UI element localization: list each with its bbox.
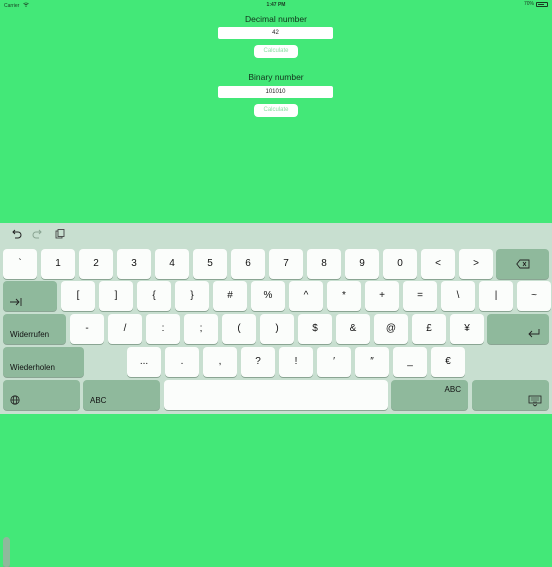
calculate-binary-button[interactable]: Calculate xyxy=(254,104,298,117)
battery-percent: 70% xyxy=(523,1,534,7)
key-row3-0[interactable]: - xyxy=(70,314,104,344)
delete-key[interactable] xyxy=(496,249,549,279)
key-row2-0[interactable]: [ xyxy=(61,281,95,311)
redo-key[interactable]: Wiederholen xyxy=(3,347,84,377)
key-row3-10[interactable]: ¥ xyxy=(450,314,484,344)
hide-keyboard-key[interactable] xyxy=(472,380,549,410)
status-bar: Carrier 1:47 PM 70% xyxy=(0,0,552,9)
key-row1-1[interactable]: 1 xyxy=(41,249,75,279)
key-row2-10[interactable]: \ xyxy=(441,281,475,311)
key-row3-5[interactable]: ) xyxy=(260,314,294,344)
key-row4-4[interactable]: ! xyxy=(279,347,313,377)
abc-right-key[interactable]: ABC xyxy=(391,380,468,410)
key-row2-6[interactable]: ^ xyxy=(289,281,323,311)
key-row4-7[interactable]: _ xyxy=(393,347,427,377)
decimal-input[interactable]: 42 xyxy=(218,27,333,39)
space-bar[interactable] xyxy=(164,380,388,410)
key-row1-12[interactable]: > xyxy=(459,249,493,279)
tab-icon xyxy=(10,298,22,306)
paste-icon[interactable] xyxy=(54,228,66,240)
key-row1-11[interactable]: < xyxy=(421,249,455,279)
decimal-label: Decimal number xyxy=(245,14,307,24)
return-key[interactable] xyxy=(487,314,549,344)
key-row1-8[interactable]: 8 xyxy=(307,249,341,279)
key-row1-3[interactable]: 3 xyxy=(117,249,151,279)
redo-icon[interactable] xyxy=(32,228,44,240)
key-row3-2[interactable]: : xyxy=(146,314,180,344)
key-row1-9[interactable]: 9 xyxy=(345,249,379,279)
key-row3-9[interactable]: £ xyxy=(412,314,446,344)
key-row2-5[interactable]: % xyxy=(251,281,285,311)
abc-left-key[interactable]: ABC xyxy=(83,380,160,410)
key-row1-7[interactable]: 7 xyxy=(269,249,303,279)
key-row3-7[interactable]: & xyxy=(336,314,370,344)
key-row1-5[interactable]: 5 xyxy=(193,249,227,279)
undo-icon[interactable] xyxy=(10,228,22,240)
key-row1-10[interactable]: 0 xyxy=(383,249,417,279)
key-row4-6[interactable]: ″ xyxy=(355,347,389,377)
key-row1-0[interactable]: ` xyxy=(3,249,37,279)
key-row2-9[interactable]: = xyxy=(403,281,437,311)
key-row1-4[interactable]: 4 xyxy=(155,249,189,279)
binary-input[interactable]: 101010 xyxy=(218,86,333,98)
tab-key[interactable] xyxy=(3,281,57,311)
return-icon xyxy=(528,329,540,338)
globe-icon xyxy=(10,395,20,405)
key-row2-8[interactable]: + xyxy=(365,281,399,311)
key-row2-7[interactable]: * xyxy=(327,281,361,311)
key-row2-2[interactable]: { xyxy=(137,281,171,311)
key-row2-4[interactable]: # xyxy=(213,281,247,311)
clock: 1:47 PM xyxy=(266,2,286,8)
battery-icon xyxy=(536,1,548,7)
key-row4-5[interactable]: ′ xyxy=(317,347,351,377)
keyboard-toolbar xyxy=(0,223,552,245)
delete-icon xyxy=(515,259,529,269)
calculate-decimal-button[interactable]: Calculate xyxy=(254,45,298,58)
binary-label: Binary number xyxy=(248,72,304,82)
key-row4-1[interactable]: . xyxy=(165,347,199,377)
key-row4-0[interactable]: ... xyxy=(127,347,161,377)
key-row3-3[interactable]: ; xyxy=(184,314,218,344)
key-row2-12[interactable]: ~ xyxy=(517,281,551,311)
key-row3-8[interactable]: @ xyxy=(374,314,408,344)
key-row3-1[interactable]: / xyxy=(108,314,142,344)
key-row1-2[interactable]: 2 xyxy=(79,249,113,279)
key-row2-11[interactable]: | xyxy=(479,281,513,311)
key-row4-3[interactable]: ? xyxy=(241,347,275,377)
key-row3-4[interactable]: ( xyxy=(222,314,256,344)
key-row2-3[interactable]: } xyxy=(175,281,209,311)
key-row1-6[interactable]: 6 xyxy=(231,249,265,279)
undo-key[interactable]: Widerrufen xyxy=(3,314,66,344)
battery-status: 70% xyxy=(524,1,548,7)
key-row4-2[interactable]: , xyxy=(203,347,237,377)
globe-key[interactable] xyxy=(3,380,80,410)
keyboard: Widerrufen Wiederholen ABC ABC ` 1 2 3 4 5 6 7 8… xyxy=(0,223,552,567)
key-row2-1[interactable]: ] xyxy=(99,281,133,311)
key-row3-6[interactable]: $ xyxy=(298,314,332,344)
key-row4-8[interactable]: € xyxy=(431,347,465,377)
keyboard-dismiss-icon xyxy=(528,395,542,407)
